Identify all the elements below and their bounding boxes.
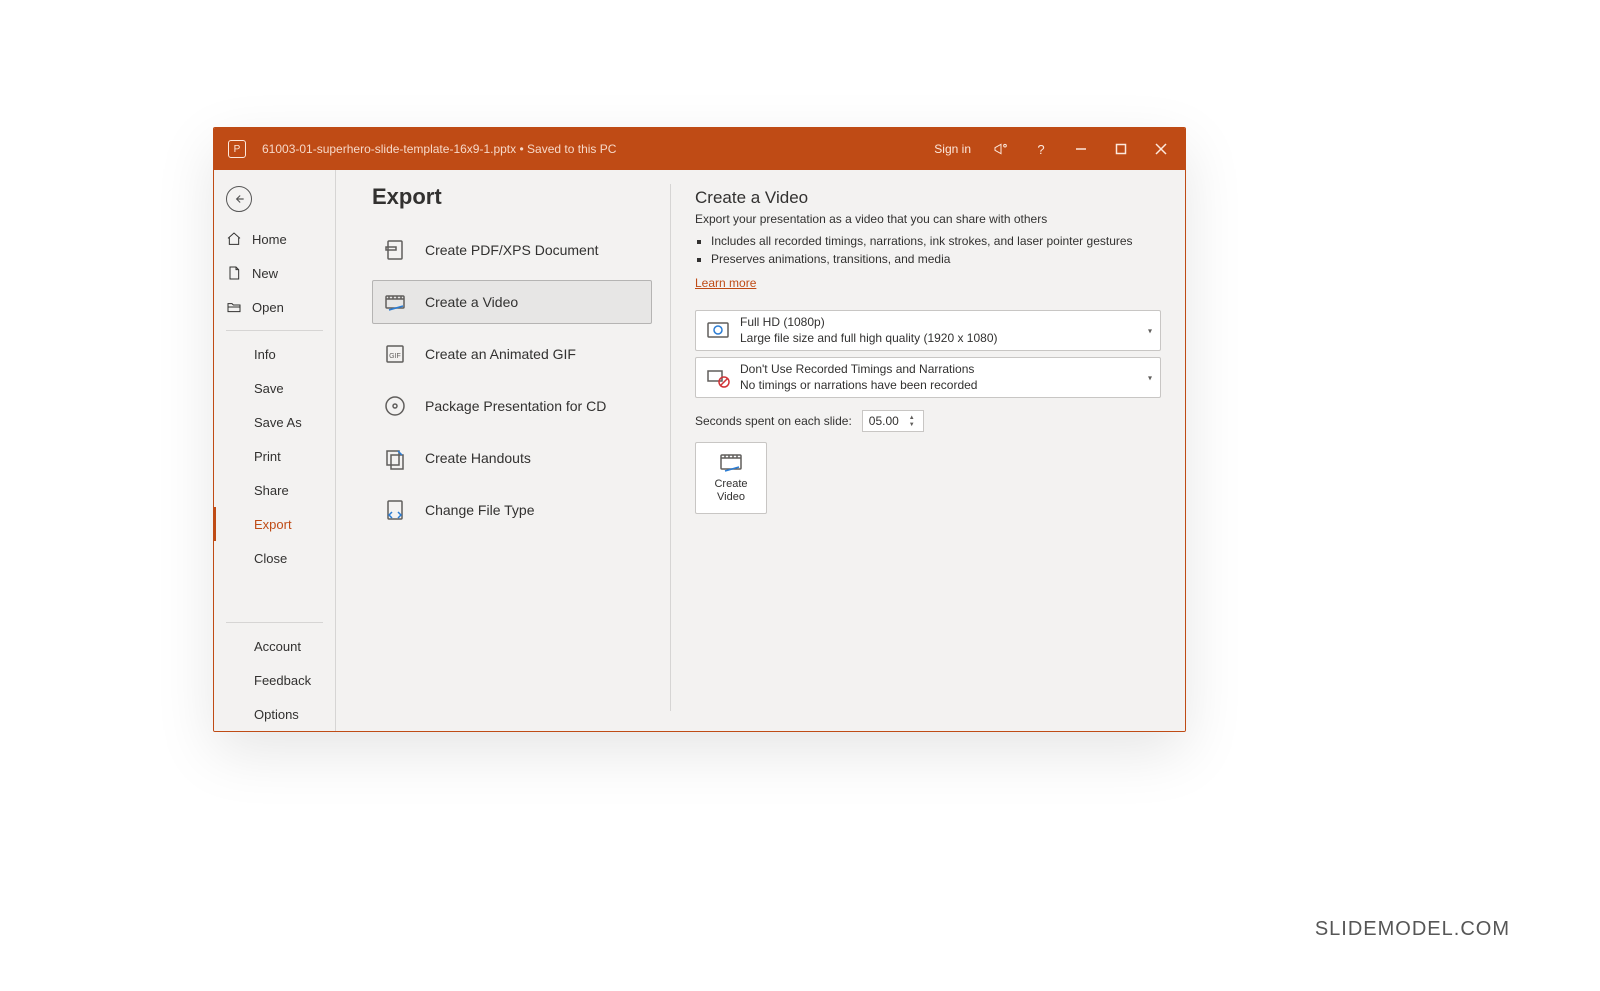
svg-text:GIF: GIF — [389, 353, 401, 360]
nav-account[interactable]: Account — [214, 629, 335, 663]
export-item-filetype[interactable]: Change File Type — [372, 488, 652, 532]
video-quality-dropdown[interactable]: Full HD (1080p) Large file size and full… — [695, 310, 1161, 351]
export-category-list: Export Create PDF/XPS Document Create a … — [372, 184, 652, 711]
signin-button[interactable]: Sign in — [924, 128, 981, 170]
chevron-down-icon: ▾ — [1148, 373, 1152, 382]
nav-export[interactable]: Export — [214, 507, 335, 541]
export-item-label: Create a Video — [425, 294, 518, 310]
nav-feedback[interactable]: Feedback — [214, 663, 335, 697]
powerpoint-backstage-window: P 61003-01-superhero-slide-template-16x9… — [213, 127, 1186, 732]
no-narration-icon — [704, 366, 732, 390]
nav-new-label: New — [252, 266, 278, 281]
dropdown-title: Don't Use Recorded Timings and Narration… — [740, 362, 977, 378]
pdf-icon — [383, 238, 407, 262]
minimize-icon[interactable] — [1061, 128, 1101, 170]
nav-open[interactable]: Open — [214, 290, 335, 324]
nav-save[interactable]: Save — [214, 371, 335, 405]
export-item-label: Create Handouts — [425, 450, 531, 466]
powerpoint-app-icon: P — [228, 140, 246, 158]
dropdown-title: Full HD (1080p) — [740, 315, 998, 331]
panel-heading: Create a Video — [695, 188, 1161, 208]
spinner-arrows[interactable]: ▲ ▼ — [909, 411, 921, 431]
learn-more-link[interactable]: Learn more — [695, 276, 756, 290]
export-item-gif[interactable]: GIF Create an Animated GIF — [372, 332, 652, 376]
nav-new[interactable]: New — [214, 256, 335, 290]
titlebar: P 61003-01-superhero-slide-template-16x9… — [214, 128, 1185, 170]
export-item-label: Change File Type — [425, 502, 534, 518]
seconds-value: 05.00 — [869, 414, 899, 428]
export-item-video[interactable]: Create a Video — [372, 280, 652, 324]
nav-home[interactable]: Home — [214, 222, 335, 256]
filename: 61003-01-superhero-slide-template-16x9-1… — [262, 142, 516, 156]
export-item-pdf[interactable]: Create PDF/XPS Document — [372, 228, 652, 272]
nav-info[interactable]: Info — [214, 337, 335, 371]
seconds-label: Seconds spent on each slide: — [695, 414, 852, 428]
spinner-up-icon[interactable]: ▲ — [909, 415, 921, 421]
spinner-down-icon[interactable]: ▼ — [909, 422, 921, 428]
monitor-icon — [704, 319, 732, 343]
create-video-button[interactable]: Create Video — [695, 442, 767, 514]
export-detail-panel: Create a Video Export your presentation … — [670, 184, 1161, 711]
nav-open-label: Open — [252, 300, 284, 315]
export-item-handouts[interactable]: Create Handouts — [372, 436, 652, 480]
maximize-icon[interactable] — [1101, 128, 1141, 170]
help-icon[interactable]: ? — [1021, 128, 1061, 170]
title-text: 61003-01-superhero-slide-template-16x9-1… — [262, 142, 616, 156]
nav-print[interactable]: Print — [214, 439, 335, 473]
nav-saveas[interactable]: Save As — [214, 405, 335, 439]
export-item-cd[interactable]: Package Presentation for CD — [372, 384, 652, 428]
export-item-label: Create an Animated GIF — [425, 346, 576, 362]
page-title: Export — [372, 184, 652, 210]
save-status: Saved to this PC — [527, 142, 616, 156]
panel-bullets: Includes all recorded timings, narration… — [695, 234, 1161, 266]
filetype-icon — [383, 498, 407, 522]
gif-icon: GIF — [383, 342, 407, 366]
nav-share[interactable]: Share — [214, 473, 335, 507]
seconds-row: Seconds spent on each slide: 05.00 ▲ ▼ — [695, 410, 1161, 432]
seconds-spinner[interactable]: 05.00 ▲ ▼ — [862, 410, 924, 432]
export-item-label: Package Presentation for CD — [425, 398, 606, 414]
export-item-label: Create PDF/XPS Document — [425, 242, 599, 258]
nav-home-label: Home — [252, 232, 287, 247]
create-video-label: Create Video — [714, 478, 747, 504]
nav-separator-bottom — [226, 622, 323, 623]
dropdown-subtitle: No timings or narrations have been recor… — [740, 378, 977, 394]
panel-bullet: Includes all recorded timings, narration… — [711, 234, 1145, 248]
nav-separator — [226, 330, 323, 331]
video-icon — [383, 290, 407, 314]
backstage-body: Home New Open Info Save Save As Print Sh… — [214, 170, 1185, 731]
back-button[interactable] — [226, 186, 252, 212]
nav-options[interactable]: Options — [214, 697, 335, 731]
panel-description: Export your presentation as a video that… — [695, 212, 1161, 226]
nav-close[interactable]: Close — [214, 541, 335, 575]
watermark: SLIDEMODEL.COM — [1315, 918, 1510, 941]
backstage-nav: Home New Open Info Save Save As Print Sh… — [214, 170, 336, 731]
timings-dropdown[interactable]: Don't Use Recorded Timings and Narration… — [695, 357, 1161, 398]
megaphone-icon[interactable] — [981, 128, 1021, 170]
chevron-down-icon: ▾ — [1148, 326, 1152, 335]
backstage-main: Export Create PDF/XPS Document Create a … — [336, 170, 1185, 731]
dropdown-subtitle: Large file size and full high quality (1… — [740, 331, 998, 347]
handouts-icon — [383, 446, 407, 470]
panel-bullet: Preserves animations, transitions, and m… — [711, 252, 1145, 266]
cd-icon — [383, 394, 407, 418]
close-icon[interactable] — [1141, 128, 1181, 170]
